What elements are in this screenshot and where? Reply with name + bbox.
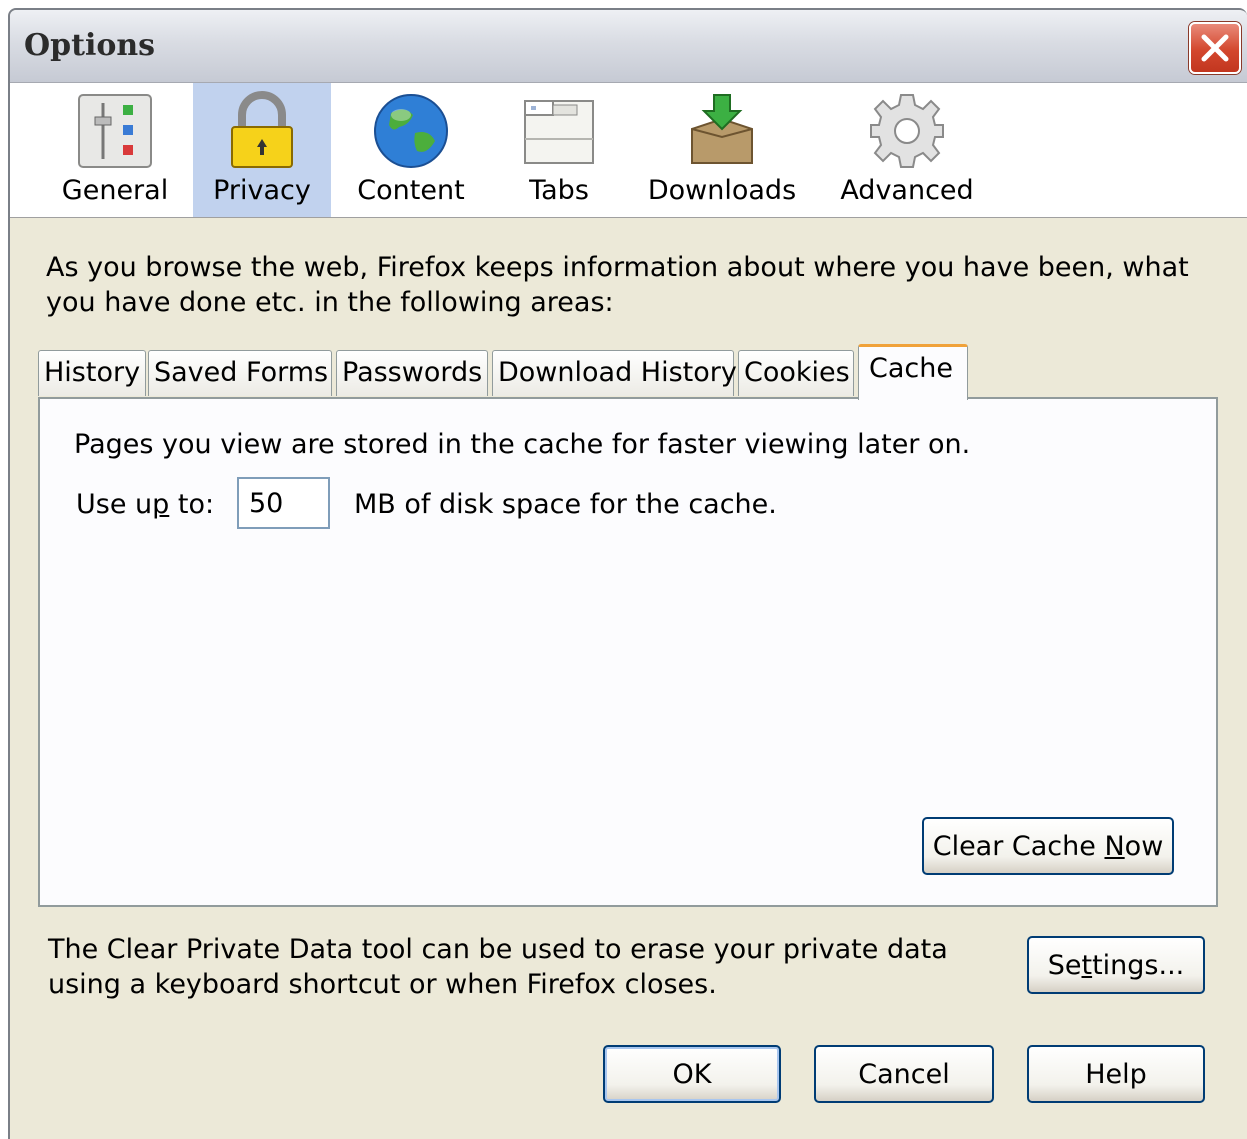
window-title: Options	[24, 28, 156, 63]
tab-download-history[interactable]: Download History	[492, 350, 737, 396]
tab-saved-forms[interactable]: Saved Forms	[148, 350, 332, 396]
pane-downloads[interactable]: Downloads	[642, 83, 802, 217]
tab-passwords[interactable]: Passwords	[336, 350, 488, 396]
download-box-icon	[691, 94, 753, 164]
use-up-to-label: Use up to:	[76, 489, 215, 520]
pane-privacy[interactable]: Privacy	[193, 83, 331, 217]
privacy-tab-strip: History Saved Forms Passwords Download H…	[38, 344, 1247, 400]
cache-description: Pages you view are stored in the cache f…	[74, 429, 971, 460]
settings-button[interactable]: Settings...	[1027, 936, 1205, 994]
pane-advanced-label: Advanced	[840, 175, 974, 206]
padlock-icon	[231, 91, 293, 168]
gear-icon	[870, 94, 944, 168]
cache-size-input[interactable]	[237, 477, 330, 529]
close-icon	[1201, 34, 1229, 62]
pane-content-label: Content	[357, 175, 465, 206]
clear-cache-now-button[interactable]: Clear Cache Now	[922, 817, 1174, 875]
general-sliders-icon	[78, 94, 152, 168]
pane-tabs[interactable]: Tabs	[494, 83, 624, 217]
pane-toolbar: General Privacy Content Tabs Downloads A…	[10, 83, 1247, 218]
title-bar[interactable]: Options	[10, 10, 1247, 83]
help-button[interactable]: Help	[1027, 1045, 1205, 1103]
cancel-button[interactable]: Cancel	[814, 1045, 994, 1103]
tab-cookies[interactable]: Cookies	[738, 350, 854, 396]
pane-general[interactable]: General	[50, 83, 180, 217]
pane-downloads-label: Downloads	[647, 175, 797, 206]
tab-cache[interactable]: Cache	[858, 344, 968, 400]
pane-privacy-label: Privacy	[213, 175, 311, 206]
options-window: Options General Privacy Content Tabs Dow…	[8, 8, 1247, 1139]
privacy-intro-text: As you browse the web, Firefox keeps inf…	[46, 252, 1189, 318]
tabs-window-icon	[524, 100, 594, 164]
ok-button[interactable]: OK	[603, 1045, 781, 1103]
pane-content[interactable]: Content	[346, 83, 476, 217]
pane-advanced[interactable]: Advanced	[832, 83, 982, 217]
cache-size-suffix: MB of disk space for the cache.	[354, 489, 777, 520]
globe-icon	[374, 94, 448, 168]
clear-private-data-text: The Clear Private Data tool can be used …	[48, 934, 948, 1000]
pane-general-label: General	[61, 175, 169, 206]
tab-history[interactable]: History	[38, 350, 146, 396]
cache-tab-panel: Pages you view are stored in the cache f…	[38, 397, 1218, 907]
close-button[interactable]	[1189, 22, 1241, 74]
pane-tabs-label: Tabs	[529, 175, 589, 206]
